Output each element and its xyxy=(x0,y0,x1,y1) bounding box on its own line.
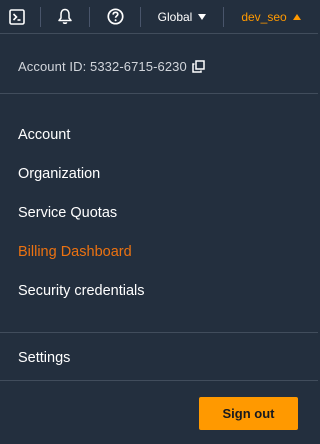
menu-item-security-credentials[interactable]: Security credentials xyxy=(18,280,145,302)
user-menu-button[interactable]: dev_seo xyxy=(224,0,318,33)
help-circle-icon xyxy=(106,8,124,25)
user-label: dev_seo xyxy=(241,9,287,24)
sign-out-button[interactable]: Sign out xyxy=(199,397,298,430)
menu-item-organization[interactable]: Organization xyxy=(18,163,100,185)
menu-item-settings[interactable]: Settings xyxy=(18,347,70,369)
divider xyxy=(0,332,318,333)
help-button[interactable] xyxy=(90,0,140,33)
divider xyxy=(0,93,318,94)
region-selector[interactable]: Global xyxy=(141,0,223,33)
account-id-text: Account ID: 5332-6715-6230 xyxy=(18,58,187,74)
caret-up-icon xyxy=(292,13,301,20)
copy-icon[interactable] xyxy=(192,59,205,73)
top-navigation-bar: Global dev_seo xyxy=(0,0,318,33)
menu-item-account[interactable]: Account xyxy=(18,124,70,146)
menu-item-billing-dashboard[interactable]: Billing Dashboard xyxy=(18,241,132,263)
divider xyxy=(0,380,318,381)
notifications-button[interactable] xyxy=(41,0,89,33)
region-label: Global xyxy=(157,9,193,24)
menu-item-service-quotas[interactable]: Service Quotas xyxy=(18,202,117,224)
account-id-row: Account ID: 5332-6715-6230 xyxy=(18,57,205,75)
caret-down-icon xyxy=(198,13,207,20)
cloudshell-terminal-icon xyxy=(9,8,25,25)
divider xyxy=(0,33,318,34)
bell-icon xyxy=(57,8,73,25)
cloudshell-button[interactable] xyxy=(4,0,30,33)
